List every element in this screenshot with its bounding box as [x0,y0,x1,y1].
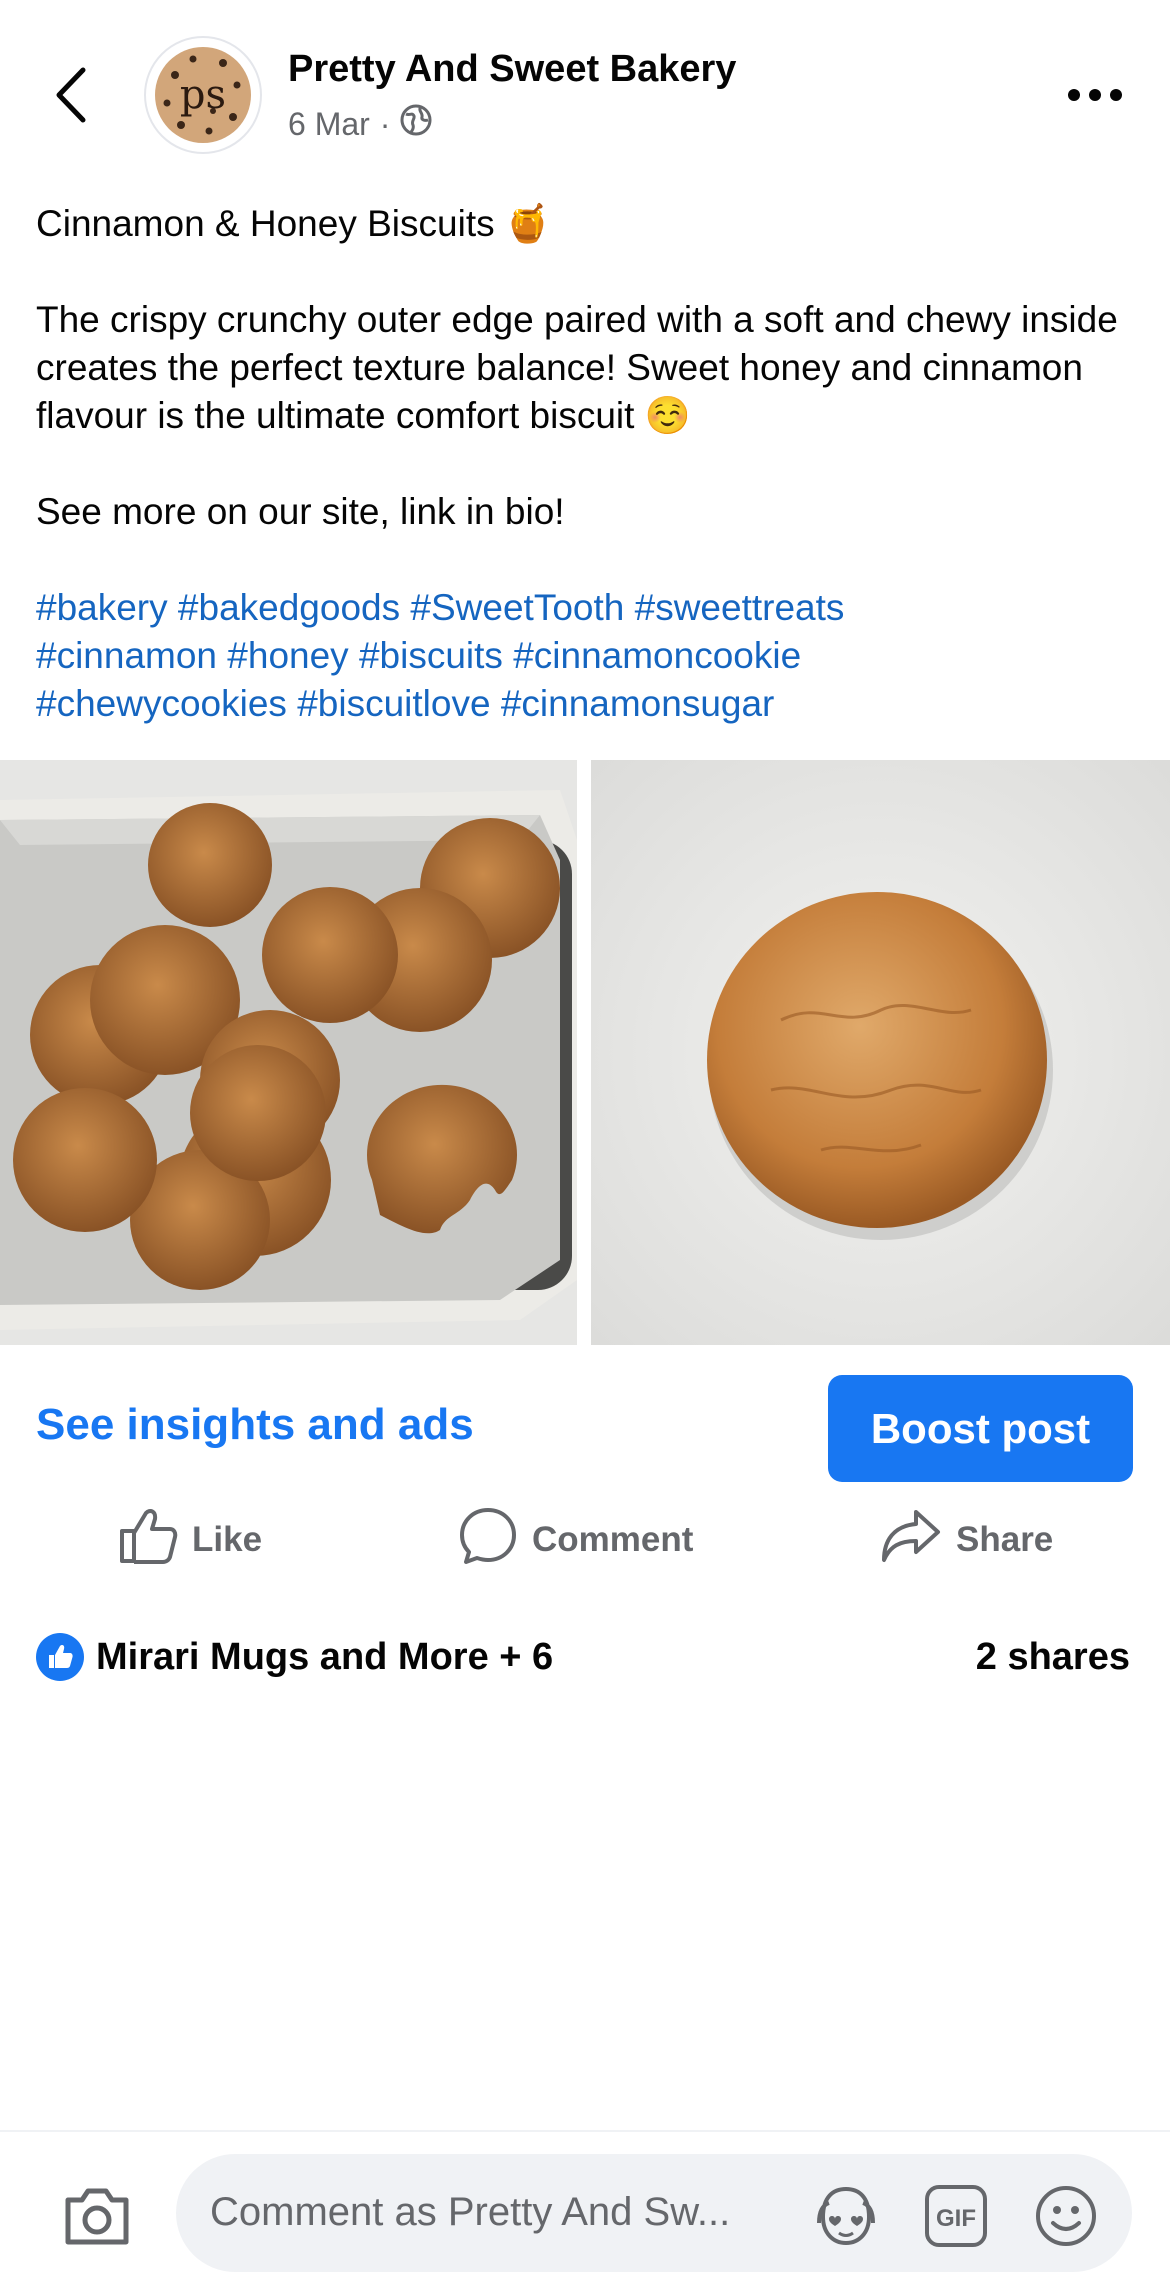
meta-separator: · [379,105,391,142]
post-meta: 6 Mar · [288,104,432,144]
like-label: Like [192,1520,263,1559]
post-actions: Like Comment Share [0,1500,1170,1580]
gif-icon[interactable]: GIF [922,2182,990,2250]
photo-cookies-tray[interactable] [0,760,577,1345]
hashtag-link[interactable]: #cinnamon [36,635,217,676]
reactions-summary[interactable]: Mirari Mugs and More + 6 [36,1632,553,1682]
hashtag-link[interactable]: #biscuits [359,635,503,676]
hashtag-link[interactable]: #biscuitlove [297,683,490,724]
like-button[interactable]: Like [118,1500,262,1580]
post-title: Cinnamon & Honey Biscuits 🍯 [36,203,551,244]
comment-bar: Comment as Pretty And Sw... GIF [0,2130,1170,2291]
avatar-sticker-icon[interactable] [812,2182,880,2250]
page-avatar[interactable]: ps [144,36,262,154]
hashtag-link[interactable]: #SweetTooth [410,587,624,628]
camera-icon[interactable] [62,2184,132,2248]
globe-icon [400,104,432,144]
reactions-label: Mirari Mugs and More + 6 [96,1635,554,1678]
thumbs-up-icon [118,1507,178,1574]
hashtag-link[interactable]: #bakery [36,587,168,628]
like-reaction-icon [36,1633,84,1681]
boost-post-button[interactable]: Boost post [828,1375,1133,1482]
hashtag-link[interactable]: #honey [227,635,348,676]
hashtag-link[interactable]: #bakedgoods [178,587,400,628]
see-insights-link[interactable]: See insights and ads [36,1400,474,1450]
back-arrow-icon[interactable] [40,55,100,135]
emoji-icon[interactable] [1032,2182,1100,2250]
more-options-icon[interactable] [1060,70,1130,120]
hashtag-link[interactable]: #cinnamonsugar [501,683,775,724]
hashtag-list: #bakery #bakedgoods #SweetTooth #sweettr… [36,584,1146,728]
post-text: Cinnamon & Honey Biscuits 🍯 The crispy c… [36,200,1146,728]
comment-bubble-icon [458,1506,518,1575]
avatar-logo-text: ps [179,72,227,118]
comment-placeholder: Comment as Pretty And Sw... [210,2190,731,2234]
hashtag-link[interactable]: #chewycookies [36,683,287,724]
hashtag-link[interactable]: #cinnamoncookie [513,635,801,676]
page-name[interactable]: Pretty And Sweet Bakery [288,48,736,91]
comment-label: Comment [532,1520,694,1559]
hashtag-link[interactable]: #sweettreats [635,587,845,628]
svg-text:GIF: GIF [936,2205,976,2232]
comment-input[interactable]: Comment as Pretty And Sw... GIF [176,2154,1132,2272]
photo-single-cookie[interactable] [591,760,1170,1345]
post-body: The crispy crunchy outer edge paired wit… [36,299,1118,436]
post-date[interactable]: 6 Mar [288,106,370,143]
share-label: Share [956,1520,1054,1559]
post-cta: See more on our site, link in bio! [36,491,565,532]
comment-button[interactable]: Comment [458,1500,693,1580]
post-header: ps Pretty And Sweet Bakery 6 Mar · [0,0,1170,190]
share-button[interactable]: Share [880,1500,1053,1580]
share-arrow-icon [880,1508,942,1573]
shares-count[interactable]: 2 shares [976,1636,1130,1679]
